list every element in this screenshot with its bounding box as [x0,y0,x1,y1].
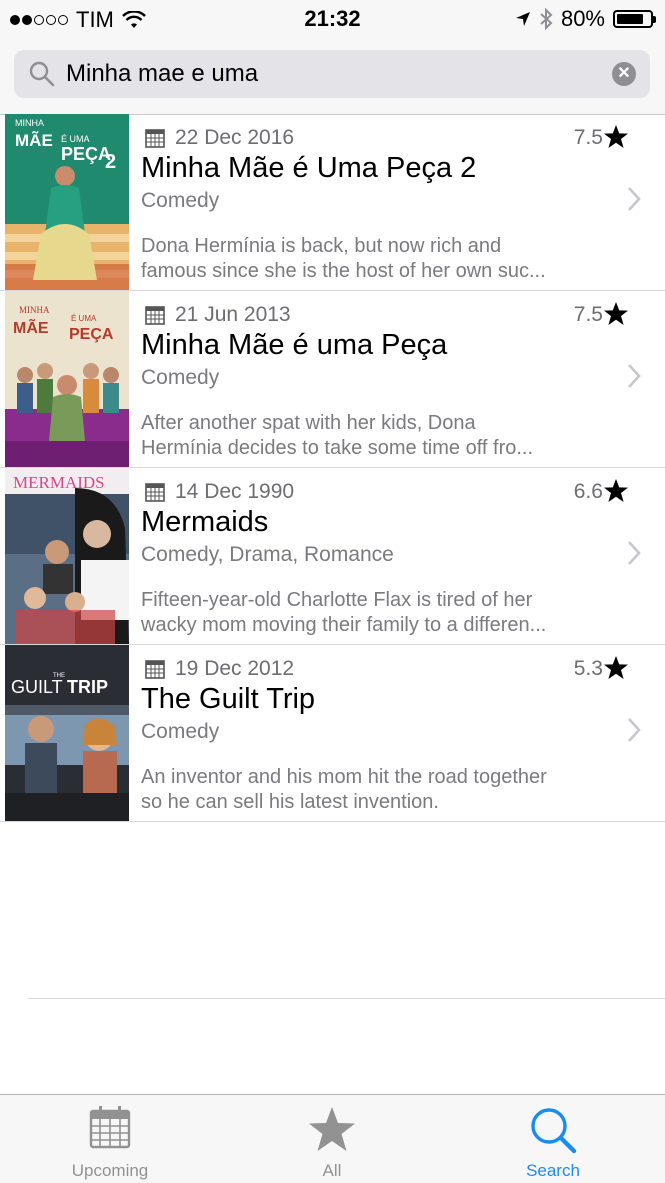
poster-title: MINHA [19,305,50,315]
tab-label: Search [526,1161,580,1180]
rating-value: 7.5 [573,303,603,326]
description-line: After another spat with her kids, Dona [141,412,476,434]
svg-text:TRIP: TRIP [67,677,108,697]
location-arrow-icon [515,12,530,26]
movie-description: After another spat with her kids, Dona H… [141,411,611,461]
row-content: 22 Dec 2016 7.5 Minha Mãe é Uma Peça 2 C… [141,114,665,290]
svg-text:MÃE: MÃE [13,317,49,337]
date-text: 19 Dec 2012 [175,657,295,680]
tab-search[interactable]: Search [483,1095,623,1183]
svg-text:PEÇA: PEÇA [61,144,111,164]
poster-title: MERMAIDS [13,473,105,492]
svg-text:PEÇA: PEÇA [69,326,114,343]
clear-search-icon[interactable]: ✕ [612,62,636,86]
row-content: 21 Jun 2013 7.5 Minha Mãe é uma Peça Com… [141,291,665,467]
search-bar: ✕ [0,38,665,115]
movie-genres: Comedy [141,720,220,743]
list-item[interactable]: THE GUILT TRIP 19 Dec 2012 5.3 The Guilt… [0,645,665,822]
chevron-right-icon [628,541,641,565]
description-line: so he can sell his latest invention. [141,791,439,813]
movie-genres: Comedy [141,366,220,389]
date-text: 14 Dec 1990 [175,480,295,503]
tab-all[interactable]: All [262,1095,402,1183]
movie-poster: THE GUILT TRIP [5,645,129,821]
rating-value: 5.3 [573,657,603,680]
list-item[interactable]: MINHA MÃE É UMA PEÇA 2 22 Dec 2016 7.5 M… [0,114,665,291]
tab-label: All [322,1161,342,1180]
calendar-icon [145,306,165,325]
calendar-icon [145,483,165,502]
calendar-icon [145,129,165,148]
movie-poster: MERMAIDS [5,468,129,644]
movie-title: Mermaids [141,506,269,538]
tab-label: Upcoming [71,1161,149,1180]
status-bar: TIM 21:32 80% [0,0,665,38]
rating-value: 7.5 [573,126,603,149]
calendar-icon [89,1106,131,1149]
movie-poster: MINHA MÃE É UMA PEÇA [5,291,129,467]
star-icon [309,1107,355,1151]
results-list: MINHA MÃE É UMA PEÇA 2 22 Dec 2016 7.5 M… [0,114,665,822]
description-line: Hermínia decides to take some time off f… [141,437,534,459]
list-separator [28,998,665,999]
calendar-icon [145,660,165,679]
search-box[interactable]: ✕ [14,50,650,98]
chevron-right-icon [628,187,641,211]
star-icon [604,656,628,679]
battery-percent: 80% [560,6,605,31]
chevron-right-icon [628,364,641,388]
tab-upcoming[interactable]: Upcoming [40,1095,180,1183]
description-line: wacky mom moving their family to a diffe… [141,614,547,636]
movie-genres: Comedy [141,189,220,212]
search-input[interactable] [66,60,586,88]
movie-genres: Comedy, Drama, Romance [141,543,394,566]
tab-bar: Upcoming All Search [0,1094,665,1183]
description-line: famous since she is the host of her own … [141,260,546,282]
star-icon [604,479,628,502]
movie-description: An inventor and his mom hit the road tog… [141,765,611,815]
status-right: 80% [515,6,656,32]
row-content: 14 Dec 1990 6.6 Mermaids Comedy, Drama, … [141,468,665,644]
release-date: 22 Dec 2016 [145,126,294,150]
battery-icon [613,10,656,28]
rating-value: 6.6 [573,480,603,503]
description-line: Dona Hermínia is back, but now rich and [141,235,502,257]
movie-description: Dona Hermínia is back, but now rich and … [141,234,611,284]
movie-poster: MINHA MÃE É UMA PEÇA 2 [5,114,129,290]
list-item[interactable]: MERMAIDS 14 Dec 1990 6.6 Mermaids Comedy… [0,468,665,645]
movie-title: Minha Mãe é uma Peça [141,329,448,361]
chevron-right-icon [628,718,641,742]
poster-title: MINHA [15,118,44,128]
svg-text:É UMA: É UMA [71,314,97,323]
star-icon [604,302,628,325]
movie-title: Minha Mãe é Uma Peça 2 [141,152,477,184]
date-text: 22 Dec 2016 [175,126,295,149]
release-date: 21 Jun 2013 [145,303,291,327]
movie-title: The Guilt Trip [141,683,316,715]
release-date: 19 Dec 2012 [145,657,294,681]
svg-text:MÃE: MÃE [15,130,53,150]
bluetooth-icon [540,8,553,30]
svg-text:É UMA: É UMA [61,134,90,144]
battery-fill [617,14,643,24]
release-date: 14 Dec 1990 [145,480,294,504]
row-content: 19 Dec 2012 5.3 The Guilt Trip Comedy An… [141,645,665,821]
date-text: 21 Jun 2013 [175,303,291,326]
search-icon [531,1108,577,1154]
svg-text:2: 2 [105,151,116,173]
star-icon [604,125,628,148]
description-line: Fifteen-year-old Charlotte Flax is tired… [141,589,533,611]
search-icon [29,61,55,87]
svg-text:GUILT: GUILT [11,677,63,697]
list-item[interactable]: MINHA MÃE É UMA PEÇA 21 Jun 2013 7.5 Min… [0,291,665,468]
description-line: An inventor and his mom hit the road tog… [141,766,547,788]
movie-description: Fifteen-year-old Charlotte Flax is tired… [141,588,611,638]
